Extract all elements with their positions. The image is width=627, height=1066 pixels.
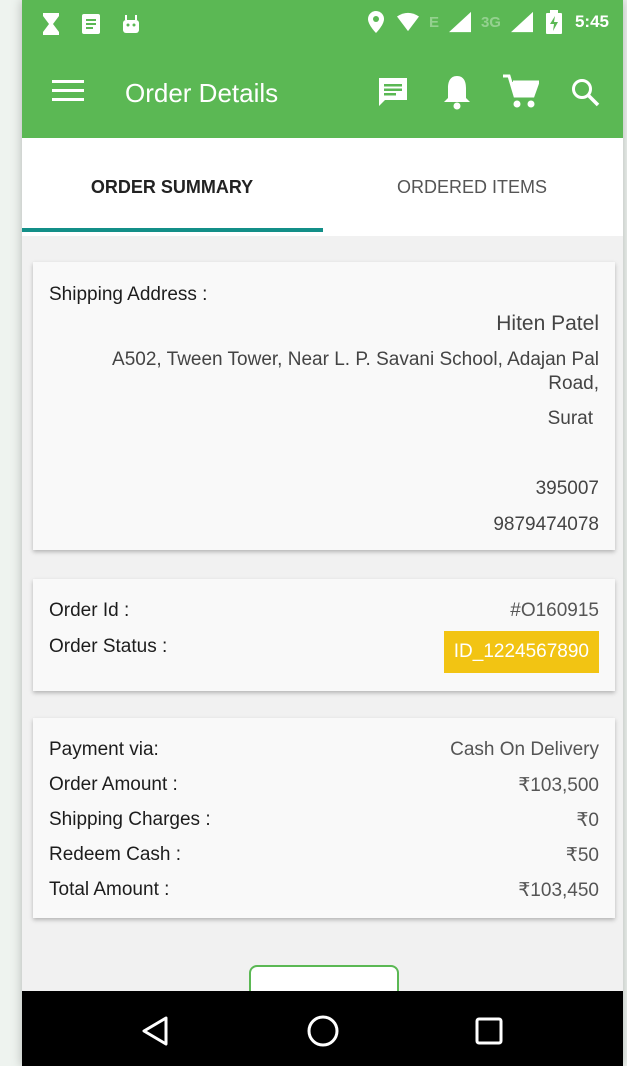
address-pincode: 395007 [535, 478, 599, 499]
phone-screen: E 3G 5:45 Order Details ORDER SUMMARY OR… [22, 0, 623, 1066]
total-amount-label: Total Amount : [49, 879, 170, 900]
order-amount-label: Order Amount : [49, 774, 178, 795]
android-icon [120, 12, 142, 36]
navigation-bar [22, 991, 623, 1066]
payment-card: Payment via: Cash On Delivery Order Amou… [33, 718, 615, 918]
recents-icon[interactable] [469, 1011, 509, 1051]
status-time: 5:45 [574, 12, 609, 31]
order-amount-value: ₹103,500 [518, 775, 599, 796]
payment-via-value: Cash On Delivery [450, 739, 599, 760]
tab-indicator [22, 228, 323, 232]
tab-order-summary[interactable]: ORDER SUMMARY [22, 138, 322, 236]
network-e-label: E [428, 13, 439, 31]
redeem-cash-value: ₹50 [565, 845, 599, 866]
order-status-label: Order Status : [49, 636, 168, 657]
back-icon[interactable] [135, 1011, 175, 1051]
customer-name: Hiten Patel [496, 312, 599, 335]
app-bar: Order Details [22, 50, 623, 138]
tab-bar: ORDER SUMMARY ORDERED ITEMS [22, 138, 623, 236]
cart-icon[interactable] [501, 72, 541, 112]
network-3g-label: 3G [480, 13, 501, 31]
order-info-card: Order Id : #O160915 Order Status : ID_12… [33, 579, 615, 691]
shipping-address-card: Shipping Address : Hiten Patel A502, Twe… [33, 262, 615, 550]
redeem-cash-label: Redeem Cash : [49, 844, 182, 865]
menu-icon[interactable] [52, 78, 86, 108]
address-phone: 9879474078 [493, 514, 599, 535]
hourglass-icon [40, 12, 62, 36]
address-line: A502, Tween Tower, Near L. P. Savani Sch… [112, 349, 599, 394]
search-icon[interactable] [565, 72, 605, 112]
message-icon[interactable] [373, 72, 413, 112]
notes-icon [80, 12, 102, 36]
wifi-icon [396, 10, 419, 34]
shipping-charges-label: Shipping Charges : [49, 809, 211, 830]
battery-charging-icon [543, 10, 565, 34]
order-id-label: Order Id : [49, 600, 130, 621]
location-icon [365, 10, 387, 34]
status-badge: ID_1224567890 [443, 631, 599, 673]
total-amount-value: ₹103,450 [518, 880, 599, 901]
bell-icon[interactable] [437, 72, 477, 112]
tab-ordered-items[interactable]: ORDERED ITEMS [322, 138, 622, 236]
home-icon[interactable] [303, 1011, 343, 1051]
page-title: Order Details [125, 78, 279, 108]
signal-icon [510, 10, 533, 34]
shipping-charges-value: ₹0 [576, 810, 599, 831]
shipping-address-label: Shipping Address : [49, 284, 208, 305]
status-bar: E 3G 5:45 [22, 0, 623, 50]
address-city: Surat [547, 408, 593, 429]
signal-icon [448, 10, 471, 34]
order-id-value: #O160915 [510, 600, 599, 621]
payment-via-label: Payment via: [49, 739, 159, 760]
